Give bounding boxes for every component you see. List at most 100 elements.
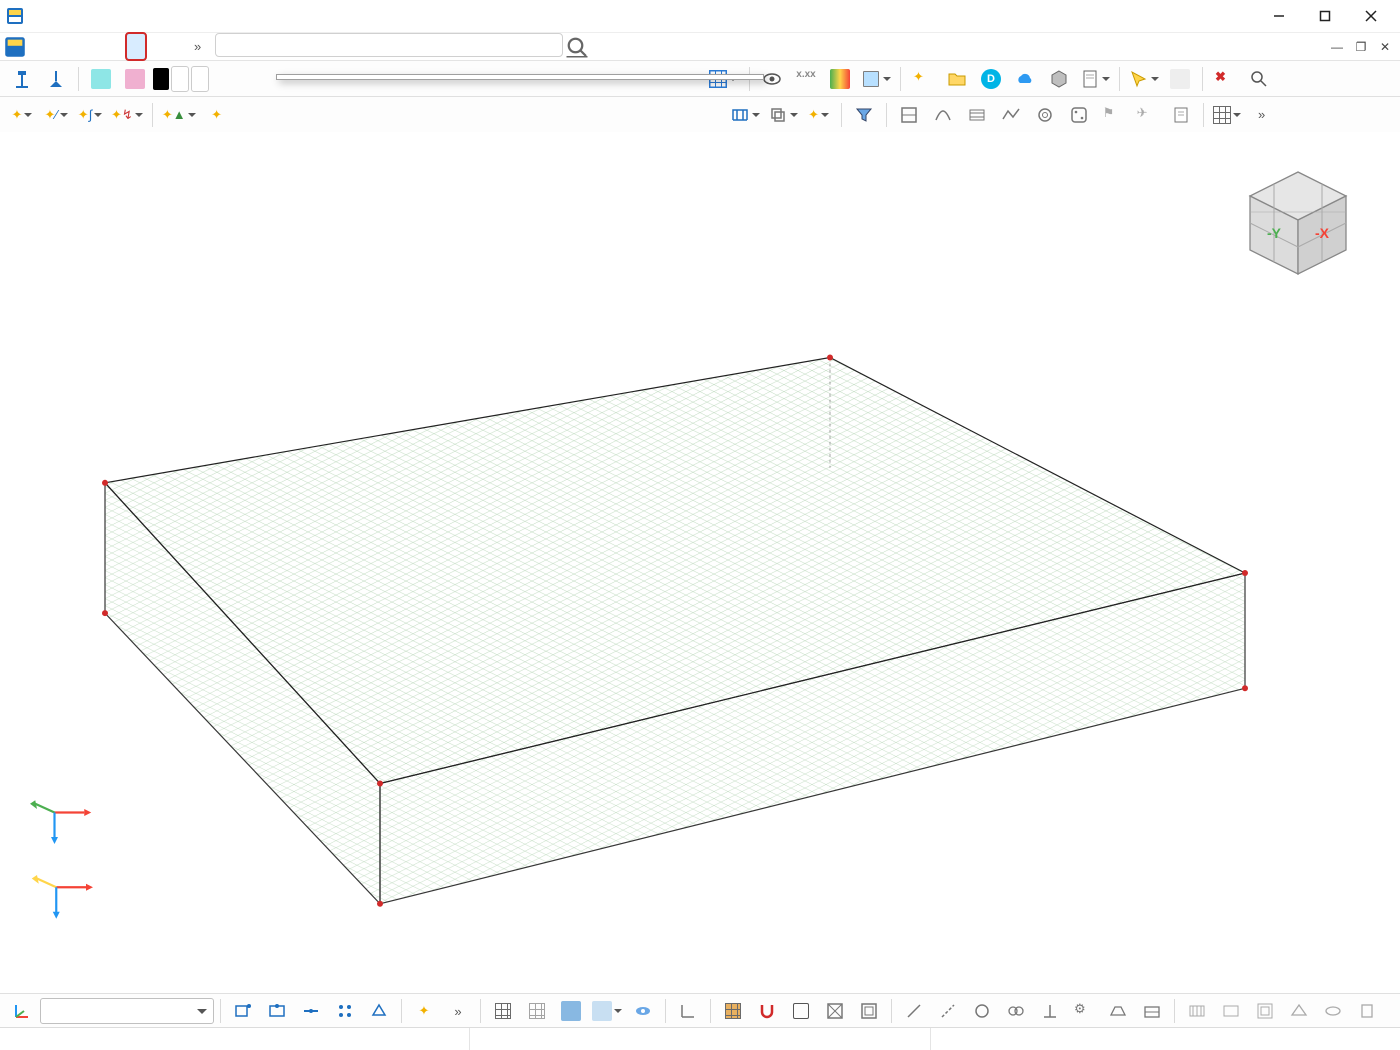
tb-open-folder-button[interactable] [941, 64, 973, 94]
tb-selection-button[interactable] [1126, 64, 1162, 94]
mdi-close-button[interactable]: ✕ [1374, 36, 1396, 58]
mdi-restore-button[interactable]: ❐ [1350, 36, 1372, 58]
bb-render-1-button[interactable] [487, 996, 519, 1026]
search-icon[interactable] [565, 33, 589, 60]
tb-color-pink-button[interactable] [119, 64, 151, 94]
viewport-3d[interactable]: -Y -X [0, 132, 1400, 994]
tb-check-delete-button[interactable]: ✖ [1209, 64, 1241, 94]
tb-dice-button[interactable] [1063, 100, 1095, 130]
tb-last-label[interactable] [191, 66, 209, 92]
bb-snap-cluster-button[interactable] [329, 996, 361, 1026]
tb-dim-button[interactable]: x.xx [790, 64, 822, 94]
menu-file[interactable] [26, 33, 46, 60]
bb-render-2-button[interactable] [521, 996, 553, 1026]
tb-color-cyan-button[interactable] [85, 64, 117, 94]
bb-guide-6-button[interactable] [1351, 996, 1383, 1026]
tb-copy-button[interactable] [765, 100, 801, 130]
tb-check-search-button[interactable] [1243, 64, 1275, 94]
window-close-button[interactable] [1348, 0, 1394, 32]
bb-snap-end-button[interactable] [227, 996, 259, 1026]
svg-text:-X: -X [1315, 225, 1330, 241]
menu-assign[interactable] [106, 33, 126, 60]
window-minimize-button[interactable] [1256, 0, 1302, 32]
tb-film-button[interactable] [961, 100, 993, 130]
status-bar [0, 1027, 1400, 1050]
bb-guide-3-button[interactable] [1249, 996, 1281, 1026]
bb-draw-circle-button[interactable] [966, 996, 998, 1026]
bb-draw-dashed-button[interactable] [932, 996, 964, 1026]
bb-shape-x-button[interactable] [819, 996, 851, 1026]
menu-results[interactable] [146, 33, 166, 60]
bb-draw-line-button[interactable] [898, 996, 930, 1026]
bb-ortho-button[interactable] [672, 996, 704, 1026]
bb-guide-1-button[interactable] [1181, 996, 1213, 1026]
tb-graph-button[interactable] [995, 100, 1027, 130]
bb-draw-circles-button[interactable] [1000, 996, 1032, 1026]
bb-imprint-sparkle-button[interactable]: ✦ [408, 996, 440, 1026]
tb-cloud-button[interactable] [1009, 64, 1041, 94]
bb-snap-support-button[interactable] [363, 996, 395, 1026]
bb-overflow-icon[interactable]: » [442, 996, 474, 1026]
tb-node-load-button[interactable]: ✦ [6, 100, 38, 130]
menu-edit[interactable] [46, 33, 66, 60]
menu-insert[interactable] [86, 33, 106, 60]
tb-section-button[interactable] [893, 100, 925, 130]
bb-draw-surface-button[interactable] [1136, 996, 1168, 1026]
bb-snap-line-button[interactable] [295, 996, 327, 1026]
tb-settings-grid-button[interactable] [1210, 100, 1244, 130]
status-plane [931, 1028, 1392, 1050]
bb-draw-perp-button[interactable] [1034, 996, 1066, 1026]
menu-calculate[interactable] [126, 33, 146, 60]
tb-support-button[interactable] [40, 64, 72, 94]
bb-magnet-button[interactable] [751, 996, 783, 1026]
menu-overflow-icon[interactable]: » [186, 33, 209, 60]
menu-view[interactable] [66, 33, 86, 60]
mdi-minimize-button[interactable]: — [1326, 36, 1348, 58]
tb-plane-button[interactable]: ✈ [1131, 100, 1163, 130]
bb-guide-2-button[interactable] [1215, 996, 1247, 1026]
bb-render-mode-button[interactable] [589, 996, 625, 1026]
model-scene [0, 132, 1400, 994]
tb-script-button[interactable] [1165, 100, 1197, 130]
bb-snap-grid-button[interactable] [717, 996, 749, 1026]
bb-cs-icon[interactable] [6, 996, 38, 1026]
tb-block-button[interactable] [1043, 64, 1075, 94]
bb-guide-5-button[interactable] [1317, 996, 1349, 1026]
window-maximize-button[interactable] [1302, 0, 1348, 32]
menu-tools[interactable] [166, 33, 186, 60]
bb-shape-c-button[interactable] [853, 996, 885, 1026]
tb-flag-button[interactable]: ⚑ [1097, 100, 1129, 130]
bb-render-fill-button[interactable] [555, 996, 587, 1026]
bb-cs-combo[interactable] [40, 998, 214, 1024]
search-input[interactable] [215, 33, 563, 57]
svg-text:-Y: -Y [1267, 225, 1282, 241]
tb-loadcase-badge [153, 68, 169, 90]
tb-new-node-button[interactable] [6, 64, 38, 94]
bb-snap-mid-button[interactable] [261, 996, 293, 1026]
tb-lc-label[interactable] [171, 66, 189, 92]
tb-filter-button[interactable] [848, 100, 880, 130]
tb-clip-button[interactable] [927, 100, 959, 130]
bb-shape-rect-button[interactable] [785, 996, 817, 1026]
tb-line-load-button[interactable]: ✦∕ [40, 100, 72, 130]
tb-gradient-button[interactable] [824, 64, 856, 94]
tb-star-cube-button[interactable]: ✦ [803, 100, 835, 130]
tb-area-load-button[interactable]: ✦ [201, 100, 233, 130]
bb-draw-gear-button[interactable]: ⚙ [1068, 996, 1100, 1026]
tb-more-button[interactable]: » [1246, 100, 1278, 130]
bb-draw-plane-button[interactable] [1102, 996, 1134, 1026]
tb-results-button[interactable] [858, 64, 894, 94]
tb-member-load-button[interactable]: ✦∫ [74, 100, 106, 130]
calculate-dropdown [276, 74, 764, 80]
view-cube[interactable]: -Y -X [1238, 162, 1358, 282]
tb-ring-button[interactable] [1029, 100, 1061, 130]
bb-guide-4-button[interactable] [1283, 996, 1315, 1026]
tb-report-button[interactable] [1077, 64, 1113, 94]
bb-render-eye-button[interactable] [627, 996, 659, 1026]
tb-frame-button[interactable] [727, 100, 763, 130]
tb-surface-load-button[interactable]: ✦▲ [159, 100, 199, 130]
tb-new-model-button[interactable]: ✦ [907, 64, 939, 94]
tb-cross-load-button[interactable]: ✦↯ [108, 100, 146, 130]
tb-hide-button[interactable] [1164, 64, 1196, 94]
tb-cloud-d-button[interactable]: D [975, 64, 1007, 94]
